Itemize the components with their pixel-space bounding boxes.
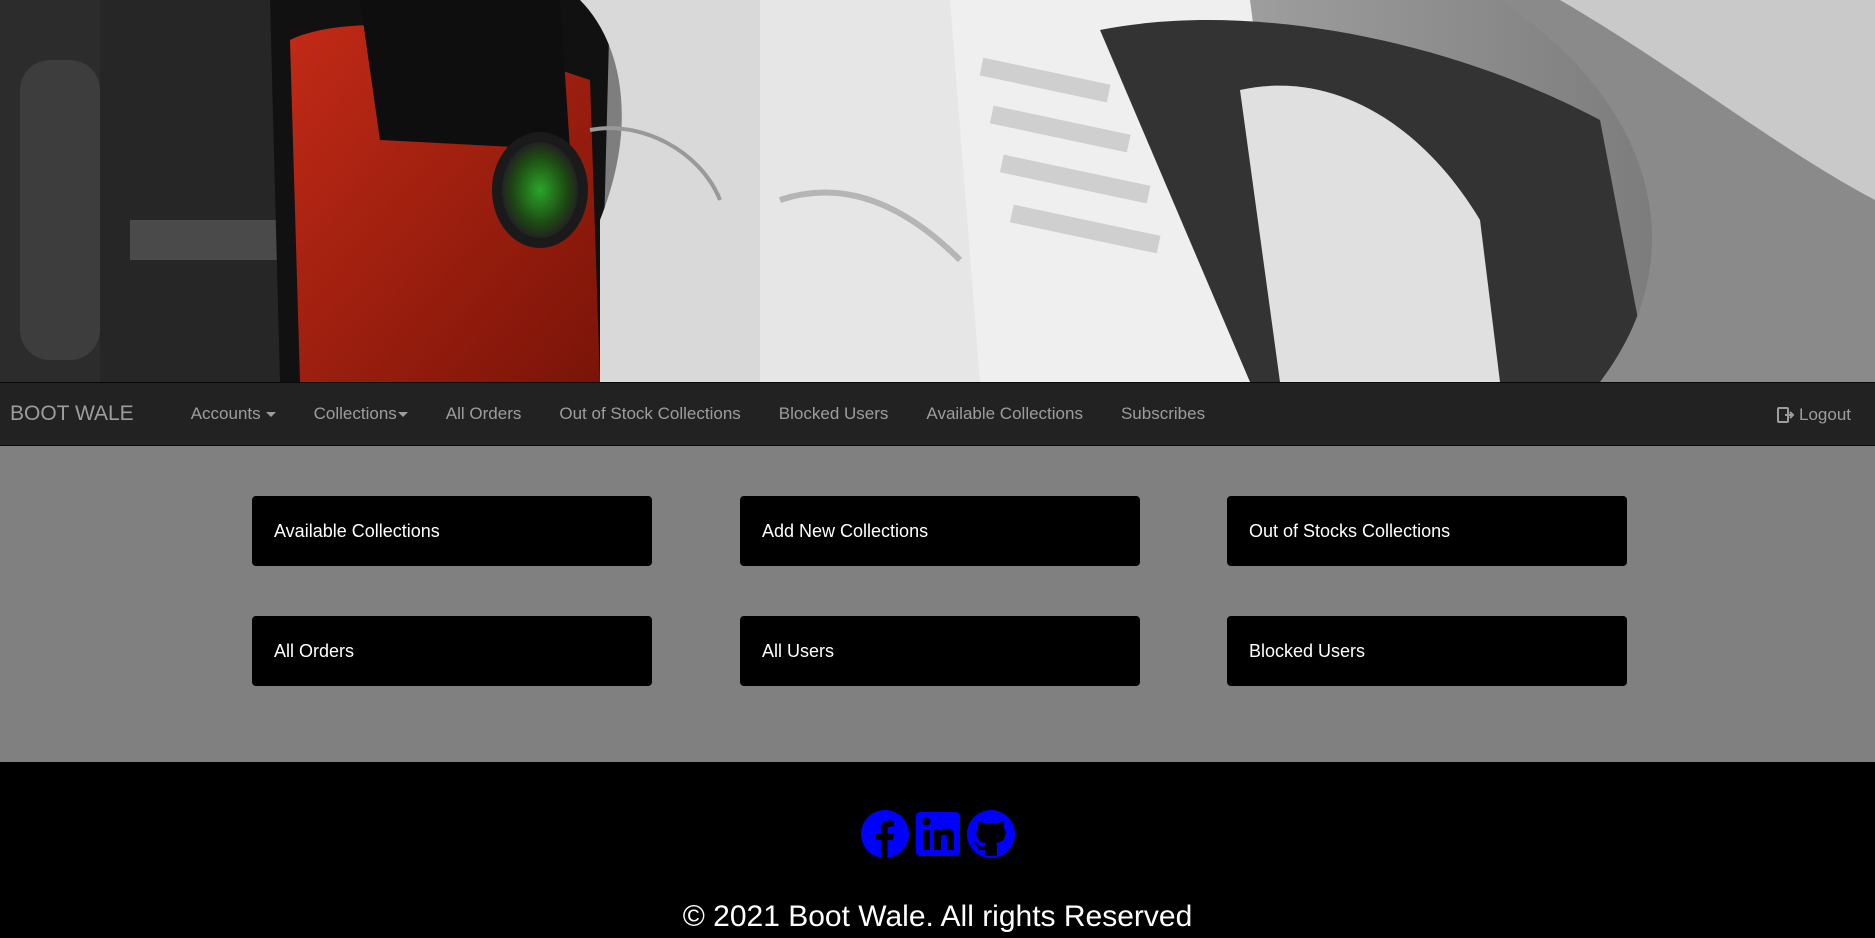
tile-available-collections[interactable]: Available Collections <box>252 496 652 566</box>
nav-available-collections[interactable]: Available Collections <box>907 382 1102 446</box>
nav-collections-label: Collections <box>313 404 397 423</box>
tile-out-of-stocks-collections[interactable]: Out of Stocks Collections <box>1227 496 1627 566</box>
navbar: BOOT WALE Accounts Collections All Order… <box>0 382 1875 446</box>
footer: © 2021 Boot Wale. All rights Reserved <box>0 762 1875 938</box>
linkedin-icon[interactable] <box>914 810 962 858</box>
nav-accounts-label: Accounts <box>190 404 261 423</box>
hero-banner-image <box>0 0 1875 382</box>
tile-all-orders[interactable]: All Orders <box>252 616 652 686</box>
brand-link[interactable]: BOOT WALE <box>0 382 172 446</box>
github-icon[interactable] <box>966 810 1015 858</box>
caret-down-icon <box>397 412 408 418</box>
logout-label: Logout <box>1799 405 1851 424</box>
nav-subscribes[interactable]: Subscribes <box>1102 382 1224 446</box>
copyright-text: © 2021 Boot Wale. All rights Reserved <box>682 900 1193 933</box>
social-links <box>0 810 1875 858</box>
logout-link[interactable]: Logout <box>1777 383 1851 447</box>
tile-add-new-collections[interactable]: Add New Collections <box>740 496 1140 566</box>
tile-blocked-users[interactable]: Blocked Users <box>1227 616 1627 686</box>
logout-icon <box>1777 407 1795 423</box>
caret-down-icon <box>265 412 276 418</box>
nav-accounts-dropdown[interactable]: Accounts <box>172 382 295 446</box>
tile-all-users[interactable]: All Users <box>740 616 1140 686</box>
dashboard-panel: Available Collections Add New Collection… <box>0 446 1875 802</box>
nav-all-orders[interactable]: All Orders <box>427 382 541 446</box>
nav-out-of-stock-collections[interactable]: Out of Stock Collections <box>540 382 759 446</box>
facebook-icon[interactable] <box>860 810 909 858</box>
nav-collections-dropdown[interactable]: Collections <box>295 382 427 446</box>
nav-blocked-users[interactable]: Blocked Users <box>760 382 908 446</box>
